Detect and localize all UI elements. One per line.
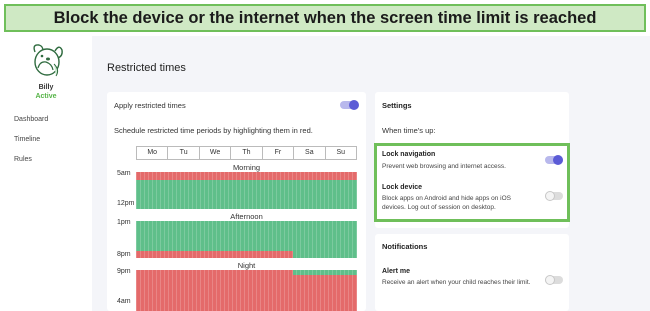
notifications-heading: Notifications — [382, 242, 428, 251]
toggle-knob — [349, 100, 359, 110]
time-label-4am: 4am — [117, 298, 131, 305]
title-banner: Block the device or the internet when th… — [4, 4, 646, 32]
apply-restricted-label: Apply restricted times — [114, 101, 186, 110]
day-th[interactable]: Th — [231, 147, 263, 159]
apply-restricted-toggle[interactable] — [340, 100, 359, 110]
day-we[interactable]: We — [200, 147, 232, 159]
alert-me-desc: Receive an alert when your child reaches… — [382, 279, 531, 286]
morning-grid[interactable] — [136, 172, 357, 209]
section-morning-label: Morning — [232, 163, 261, 172]
sidebar: Billy Active Dashboard Timeline Rules — [0, 36, 92, 311]
grid-lines — [136, 172, 357, 209]
day-fr[interactable]: Fr — [263, 147, 295, 159]
day-su[interactable]: Su — [326, 147, 356, 159]
settings-heading: Settings — [382, 101, 412, 110]
profile-status: Active — [35, 93, 57, 100]
time-label-12pm: 12pm — [117, 200, 135, 207]
time-label-5am: 5am — [117, 170, 131, 177]
night-grid[interactable] — [136, 270, 357, 311]
day-header-row: Mo Tu We Th Fr Sa Su — [136, 146, 357, 160]
banner-text: Block the device or the internet when th… — [53, 8, 597, 27]
section-afternoon-label: Afternoon — [230, 212, 263, 221]
day-mo[interactable]: Mo — [137, 147, 169, 159]
dog-mascot-icon — [33, 44, 63, 77]
app-window: Billy Active Dashboard Timeline Rules Re… — [0, 36, 650, 311]
time-label-1pm: 1pm — [117, 219, 131, 226]
grid-lines — [136, 221, 357, 258]
alert-me-toggle[interactable] — [545, 275, 563, 285]
notifications-card: Notifications Alert me Receive an alert … — [375, 234, 569, 311]
page-title: Restricted times — [107, 62, 186, 74]
section-night-label: Night — [237, 261, 256, 270]
highlight-box — [374, 143, 570, 222]
day-sa[interactable]: Sa — [294, 147, 326, 159]
afternoon-grid[interactable] — [136, 221, 357, 258]
toggle-knob — [545, 275, 555, 285]
sidebar-item-dashboard[interactable]: Dashboard — [14, 116, 48, 123]
sidebar-item-rules[interactable]: Rules — [14, 156, 32, 163]
time-label-8pm: 8pm — [117, 251, 131, 258]
restricted-times-card: Apply restricted times Schedule restrict… — [107, 92, 366, 311]
sidebar-item-timeline[interactable]: Timeline — [14, 136, 40, 143]
time-label-9pm: 9pm — [117, 268, 131, 275]
grid-lines — [136, 270, 357, 311]
alert-me-title: Alert me — [382, 268, 411, 275]
day-tu[interactable]: Tu — [168, 147, 200, 159]
schedule-instruction: Schedule restricted time periods by high… — [114, 126, 313, 135]
profile-name: Billy — [38, 84, 54, 91]
when-times-up-label: When time's up: — [382, 126, 436, 135]
